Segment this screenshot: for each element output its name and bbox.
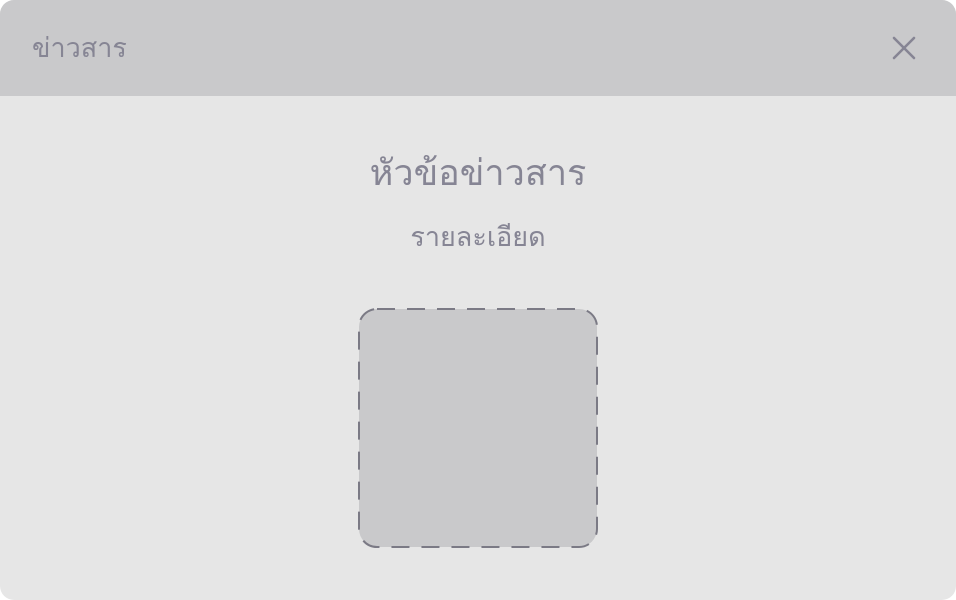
news-detail: รายละเอียด: [410, 222, 546, 253]
image-placeholder: [358, 308, 598, 548]
dialog-header: ข่าวสาร: [0, 0, 956, 96]
news-dialog: ข่าวสาร หัวข้อข่าวสาร รายละเอียด: [0, 0, 956, 600]
news-title: หัวข้อข่าวสาร: [369, 153, 587, 194]
dialog-title: ข่าวสาร: [32, 33, 127, 64]
close-icon: [892, 36, 916, 60]
close-button[interactable]: [884, 28, 924, 68]
dialog-body: หัวข้อข่าวสาร รายละเอียด: [0, 96, 956, 600]
